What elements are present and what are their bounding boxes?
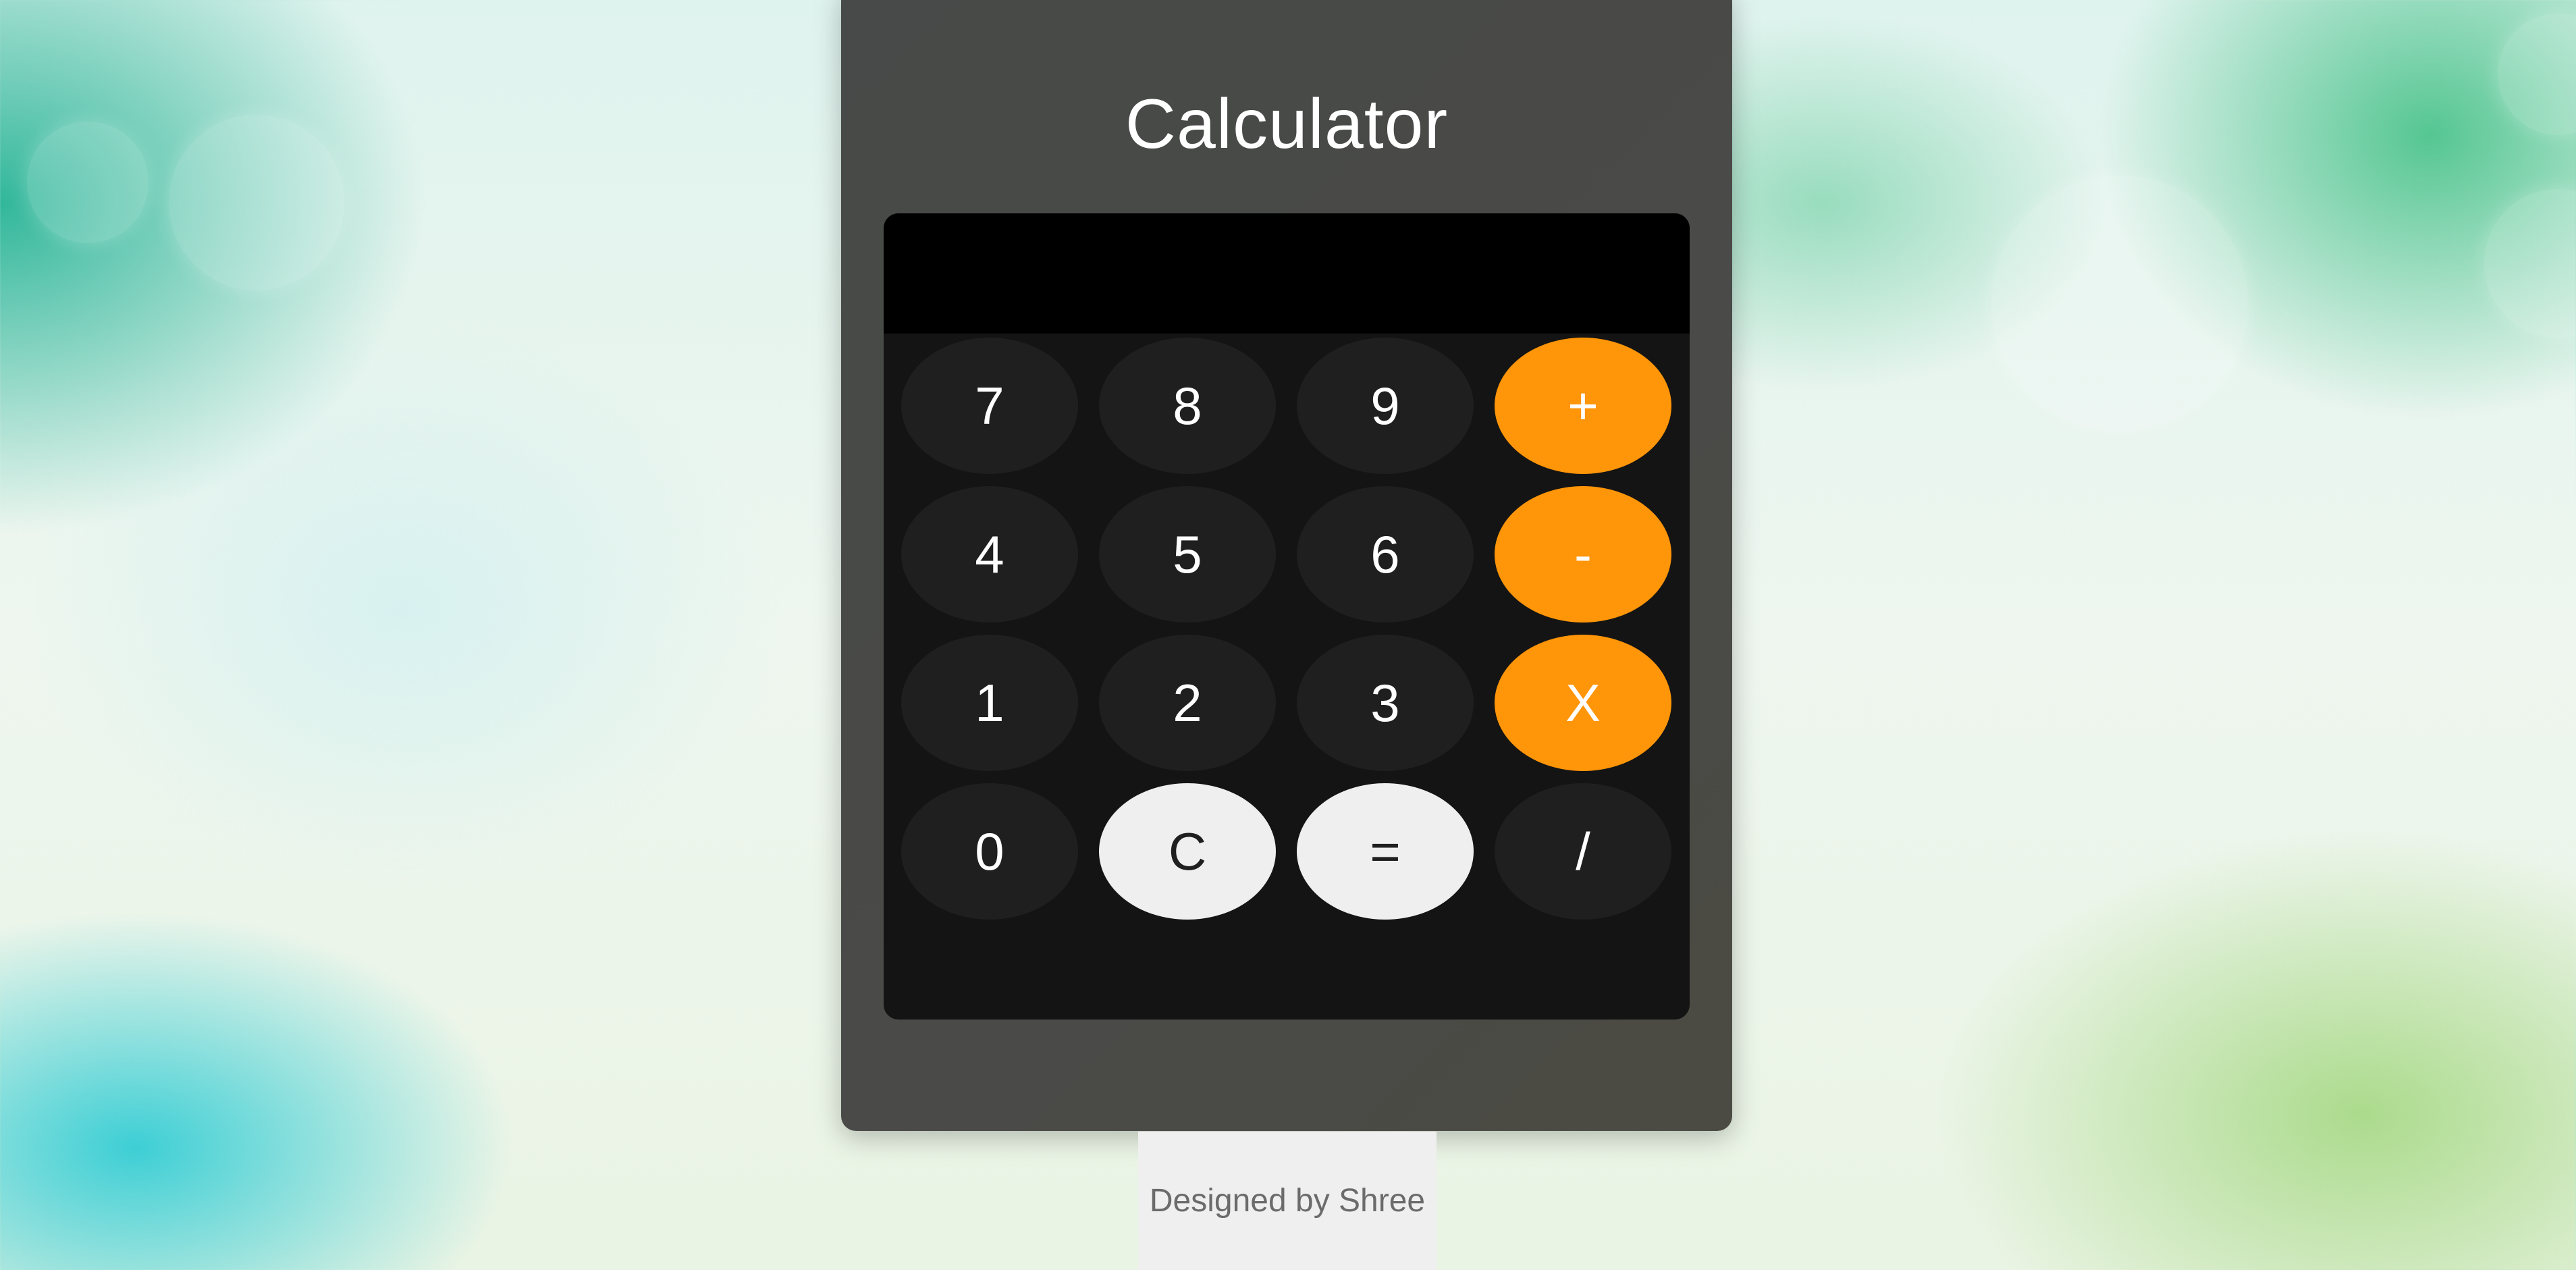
bokeh-decoration bbox=[1991, 176, 2248, 432]
calculator-body: 7 8 9 +4 5 6- 1 2 3 X 0 C = / bbox=[884, 213, 1690, 1020]
key-multiply[interactable]: X bbox=[1495, 635, 1671, 771]
key-9[interactable]: 9 bbox=[1297, 338, 1474, 474]
key-3[interactable]: 3 bbox=[1297, 635, 1474, 771]
key-clear[interactable]: C bbox=[1099, 783, 1276, 920]
key-divide[interactable]: / bbox=[1495, 783, 1671, 920]
footer-credit: Designed by Shree bbox=[1138, 1132, 1437, 1270]
key-8[interactable]: 8 bbox=[1099, 338, 1276, 474]
page-title: Calculator bbox=[1125, 85, 1449, 163]
key-minus[interactable]: - bbox=[1495, 486, 1671, 623]
key-equals[interactable]: = bbox=[1297, 783, 1474, 920]
keypad: 7 8 9 +4 5 6- 1 2 3 X 0 C = / bbox=[901, 338, 1672, 920]
bokeh-decoration bbox=[27, 122, 149, 243]
key-0[interactable]: 0 bbox=[901, 783, 1078, 920]
bokeh-decoration bbox=[2484, 189, 2576, 338]
key-5[interactable]: 5 bbox=[1099, 486, 1276, 623]
calculator-panel: Calculator 7 8 9 +4 5 6- 1 2 3 X 0 C = / bbox=[841, 0, 1732, 1131]
key-plus[interactable]: + bbox=[1495, 338, 1671, 474]
key-4[interactable]: 4 bbox=[901, 486, 1078, 623]
calculator-display[interactable] bbox=[884, 213, 1690, 334]
bokeh-decoration bbox=[169, 115, 344, 290]
key-6[interactable]: 6 bbox=[1297, 486, 1474, 623]
key-7[interactable]: 7 bbox=[901, 338, 1078, 474]
bokeh-decoration bbox=[2498, 14, 2576, 135]
key-1[interactable]: 1 bbox=[901, 635, 1078, 771]
key-2[interactable]: 2 bbox=[1099, 635, 1276, 771]
